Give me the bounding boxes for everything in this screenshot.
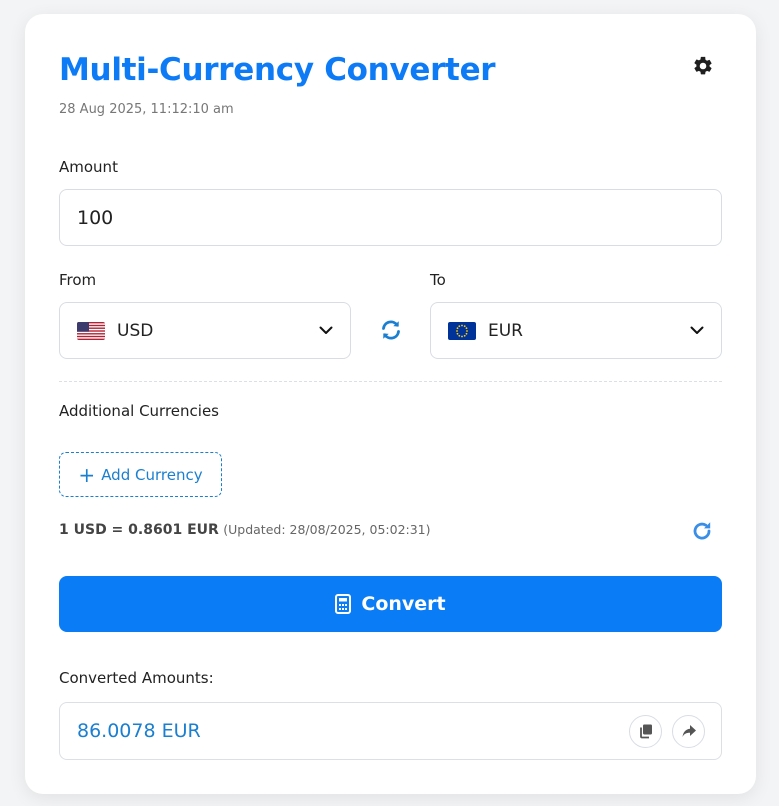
gear-icon (694, 56, 712, 75)
result-row: 86.0078 EUR (59, 702, 722, 760)
to-label: To (430, 271, 446, 289)
timestamp: 28 Aug 2025, 11:12:10 am (59, 102, 234, 117)
convert-button[interactable]: Convert (59, 576, 722, 632)
plus-icon: + (78, 462, 96, 487)
to-currency-code: EUR (488, 320, 523, 341)
refresh-icon (693, 522, 711, 540)
amount-label: Amount (59, 158, 118, 176)
section-divider (59, 381, 722, 382)
to-currency-select[interactable]: EUR (430, 302, 722, 359)
refresh-rate-button[interactable] (689, 518, 715, 544)
copy-icon (639, 724, 652, 739)
add-currency-button[interactable]: + Add Currency (59, 452, 222, 497)
copy-button[interactable] (629, 714, 662, 748)
from-label: From (59, 271, 97, 289)
exchange-rate-info: 1 USD = 0.8601 EUR (Updated: 28/08/2025,… (59, 522, 431, 538)
add-currency-label: Add Currency (101, 465, 203, 484)
share-icon (682, 725, 696, 737)
eu-flag-icon (448, 321, 476, 340)
chevron-down-icon (319, 326, 333, 335)
converter-card: Multi-Currency Converter 28 Aug 2025, 11… (25, 14, 756, 794)
from-currency-select[interactable]: USD (59, 302, 351, 359)
swap-icon (382, 320, 400, 340)
converted-amount: 86.0078 EUR (77, 720, 201, 742)
settings-button[interactable] (691, 54, 715, 78)
swap-currencies-button[interactable] (378, 317, 404, 343)
additional-currencies-label: Additional Currencies (59, 402, 219, 420)
rate-updated-text: (Updated: 28/08/2025, 05:02:31) (223, 522, 431, 537)
chevron-down-icon (690, 326, 704, 335)
convert-button-label: Convert (361, 593, 446, 615)
calculator-icon (335, 594, 352, 614)
share-button[interactable] (672, 714, 705, 748)
exchange-rate-text: 1 USD = 0.8601 EUR (59, 522, 219, 538)
us-flag-icon (77, 321, 105, 340)
amount-input[interactable] (59, 189, 722, 246)
converted-amounts-label: Converted Amounts: (59, 669, 214, 687)
from-currency-code: USD (117, 320, 154, 341)
page-title: Multi-Currency Converter (59, 52, 496, 88)
